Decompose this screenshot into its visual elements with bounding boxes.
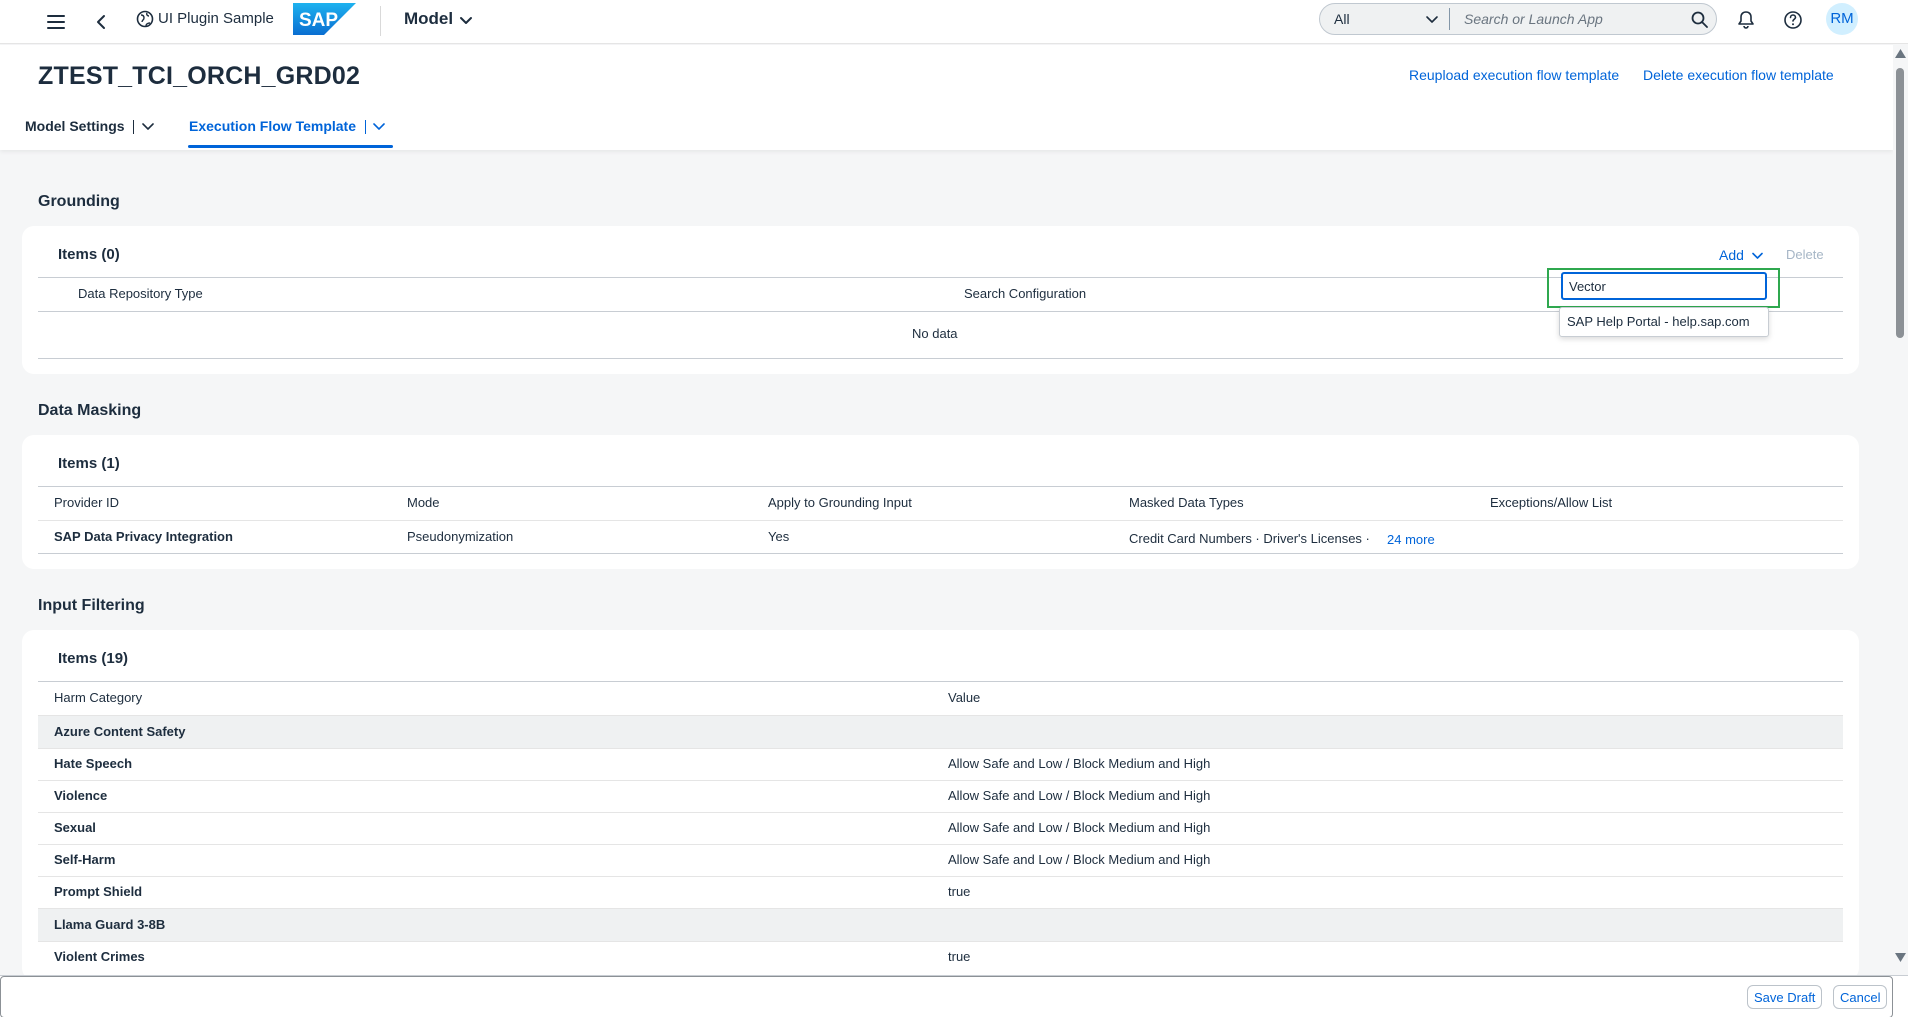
chevron-down-icon[interactable] [141, 119, 155, 133]
object-header: ZTEST_TCI_ORCH_GRD02 Reupload execution … [0, 45, 1893, 150]
tab-divider [365, 120, 366, 134]
app-name[interactable]: UI Plugin Sample [158, 10, 274, 27]
column-header[interactable]: Search Configuration [964, 286, 1086, 301]
table-group-row [38, 909, 1843, 941]
more-types-link[interactable]: 24 more [1387, 532, 1435, 547]
harm-category-cell: Violence [54, 788, 108, 803]
globe-icon [136, 10, 154, 28]
chevron-down-icon[interactable] [458, 12, 474, 28]
column-header[interactable]: Mode [407, 495, 440, 510]
harm-value-cell: Allow Safe and Low / Block Medium and Hi… [948, 756, 1211, 771]
column-header[interactable]: Apply to Grounding Input [768, 495, 912, 510]
grounding-items-title: Items (0) [58, 246, 120, 263]
search-divider [1449, 8, 1450, 30]
input-filtering-card: Items (19) Harm Category Value Azure Con… [22, 630, 1859, 980]
add-button[interactable]: Add [1719, 247, 1744, 263]
chevron-down-icon[interactable] [1751, 249, 1764, 262]
column-header[interactable]: Value [948, 690, 980, 705]
suggestion-item[interactable]: SAP Help Portal - help.sap.com [1559, 307, 1769, 337]
scrollbar-thumb[interactable] [1896, 68, 1904, 338]
harm-value-cell: true [948, 884, 971, 899]
tab-label: Execution Flow Template [189, 118, 356, 134]
scroll-down-icon[interactable] [1895, 953, 1906, 962]
no-data-text: No data [912, 326, 958, 341]
data-repository-type-input[interactable]: Vector [1561, 272, 1767, 300]
page-title: ZTEST_TCI_ORCH_GRD02 [38, 62, 361, 90]
column-header[interactable]: Data Repository Type [78, 286, 203, 301]
shell-bar: UI Plugin Sample SAP Model All Search or… [0, 0, 1908, 44]
data-masking-card: Items (1) Provider ID Mode Apply to Grou… [22, 435, 1859, 569]
harm-value-cell: Allow Safe and Low / Block Medium and Hi… [948, 788, 1211, 803]
harm-category-cell: Self-Harm [54, 852, 116, 867]
harm-category-cell: Llama Guard 3-8B [54, 917, 166, 932]
logo-text: SAP [299, 10, 338, 31]
shell-divider [380, 6, 381, 36]
masked-types-cell: Credit Card Numbers · Driver's Licenses … [1129, 531, 1370, 546]
section-title-data-masking: Data Masking [38, 402, 142, 419]
delete-button[interactable]: Delete [1786, 247, 1824, 262]
row-divider [38, 780, 1843, 781]
delete-template-link[interactable]: Delete execution flow template [1643, 67, 1834, 83]
save-draft-button[interactable]: Save Draft [1747, 985, 1823, 1009]
column-header[interactable]: Exceptions/Allow List [1490, 495, 1612, 510]
cancel-button[interactable]: Cancel [1833, 985, 1888, 1009]
reupload-template-link[interactable]: Reupload execution flow template [1409, 67, 1619, 83]
column-header[interactable]: Harm Category [54, 690, 142, 705]
harm-value-cell: Allow Safe and Low / Block Medium and Hi… [948, 820, 1211, 835]
harm-category-cell: Prompt Shield [54, 884, 143, 899]
provider-id-cell: SAP Data Privacy Integration [54, 529, 233, 544]
table-border [38, 553, 1843, 554]
table-group-row [38, 716, 1843, 748]
tab-model-settings[interactable]: Model Settings [25, 118, 154, 150]
footer-toolbar: Save Draft Cancel [0, 975, 1908, 1017]
tab-selection-indicator [188, 145, 393, 148]
search-icon[interactable] [1691, 11, 1708, 28]
section-title-input-filtering: Input Filtering [38, 597, 145, 614]
row-divider [38, 844, 1843, 845]
harm-value-cell: Allow Safe and Low / Block Medium and Hi… [948, 852, 1211, 867]
section-title-grounding: Grounding [38, 193, 120, 210]
filtering-items-title: Items (19) [58, 650, 129, 667]
mode-cell: Pseudonymization [407, 529, 514, 544]
row-divider [38, 876, 1843, 877]
avatar[interactable]: RM [1826, 3, 1858, 35]
shell-title[interactable]: Model [404, 9, 453, 29]
row-divider [38, 520, 1843, 521]
sap-logo[interactable]: SAP [293, 3, 356, 35]
chevron-down-icon[interactable] [1425, 12, 1439, 26]
tab-label: Model Settings [25, 118, 125, 134]
search-field[interactable]: All Search or Launch App [1319, 3, 1717, 35]
row-divider [38, 748, 1843, 749]
apply-grounding-cell: Yes [768, 529, 790, 544]
bell-icon[interactable] [1736, 10, 1756, 30]
row-divider [38, 941, 1843, 942]
chevron-down-icon[interactable] [372, 119, 386, 133]
harm-category-cell: Hate Speech [54, 756, 133, 771]
table-border [38, 681, 1843, 682]
table-border [38, 358, 1843, 359]
help-icon[interactable] [1783, 10, 1803, 30]
search-input[interactable]: Search or Launch App [1464, 11, 1603, 27]
masking-items-title: Items (1) [58, 455, 120, 472]
harm-category-cell: Sexual [54, 820, 96, 835]
harm-value-cell: true [948, 949, 971, 964]
column-header[interactable]: Provider ID [54, 495, 119, 510]
tab-divider [133, 120, 134, 134]
search-scope-select[interactable]: All [1334, 11, 1350, 27]
table-border [38, 486, 1843, 487]
back-icon[interactable] [90, 10, 114, 34]
harm-category-cell: Azure Content Safety [54, 724, 186, 739]
footer-frame [0, 976, 1893, 1017]
column-header[interactable]: Masked Data Types [1129, 495, 1244, 510]
menu-icon[interactable] [44, 10, 68, 34]
harm-category-cell: Violent Crimes [54, 949, 145, 964]
row-divider [38, 812, 1843, 813]
scroll-up-icon[interactable] [1895, 49, 1906, 58]
